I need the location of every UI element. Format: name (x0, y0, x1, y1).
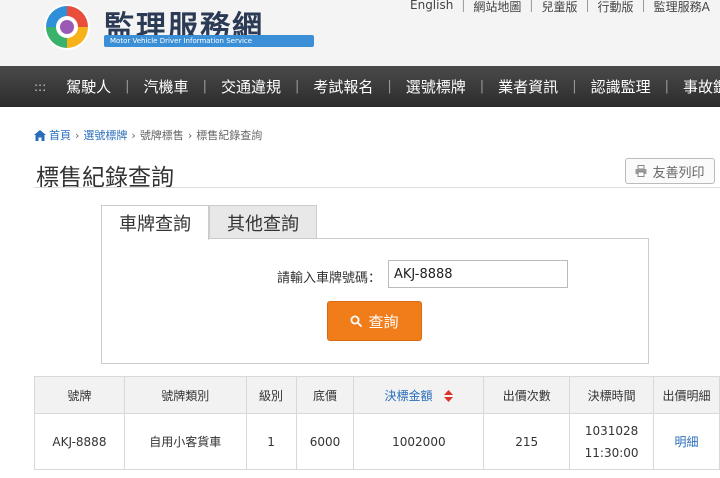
cell-plate: AKJ-8888 (34, 413, 125, 470)
cell-base-price: 6000 (295, 413, 355, 470)
cell-bid-count: 215 (483, 413, 571, 470)
results-table: 號牌 號牌類別 級別 底價 決標金額 出價次數 決標時間 出價明細 AKJ-88… (34, 376, 720, 470)
award-date: 1031028 (584, 423, 639, 438)
top-links: English | 網站地圖 | 兒童版 | 行動版 | 監理服務A (410, 0, 710, 15)
site-header: 監理服務網 Motor Vehicle Driver Information S… (0, 0, 720, 66)
breadcrumb-current: 標售紀錄查詢 (196, 129, 263, 142)
header-plate: 號牌 (34, 376, 125, 414)
cell-detail: 明細 (653, 413, 720, 470)
award-clock: 11:30:00 (584, 445, 639, 460)
nav-item-business[interactable]: 業者資訊 (484, 76, 572, 97)
header-detail: 出價明細 (653, 376, 720, 414)
header-base-price: 底價 (295, 376, 355, 414)
nav-item-vehicle[interactable]: 汽機車 (130, 76, 203, 97)
search-button[interactable]: 查詢 (327, 301, 422, 341)
cell-level: 1 (245, 413, 297, 470)
link-mobile[interactable]: 行動版 (598, 0, 634, 15)
search-icon (350, 315, 363, 327)
link-service-app[interactable]: 監理服務A (654, 0, 710, 15)
title-divider (34, 187, 720, 188)
divider: | (461, 0, 466, 12)
nav-item-violation[interactable]: 交通違規 (207, 76, 295, 97)
nav-item-exam[interactable]: 考試報名 (299, 76, 387, 97)
cell-award-time: 1031028 11:30:00 (569, 413, 655, 470)
plate-input-label: 請輸入車牌號碼： (277, 271, 382, 286)
main-nav: ::: 駕駛人 | 汽機車 | 交通違規 | 考試報名 | 選號標牌 | 業者資… (0, 66, 720, 107)
cell-type: 自用小客貨車 (123, 413, 247, 470)
nav-item-about[interactable]: 認識監理 (577, 76, 665, 97)
print-icon (635, 165, 647, 177)
table-row: AKJ-8888 自用小客貨車 1 6000 1002000 215 10310… (34, 413, 720, 470)
link-english[interactable]: English (410, 0, 453, 15)
tab-other-query[interactable]: 其他查詢 (209, 205, 317, 239)
header-winning-bid[interactable]: 決標金額 (353, 376, 485, 414)
nav-item-driver[interactable]: 駕駛人 (52, 76, 125, 97)
site-logo[interactable]: 監理服務網 Motor Vehicle Driver Information S… (42, 2, 314, 52)
breadcrumb-separator: › (75, 128, 80, 142)
header-bid-count: 出價次數 (483, 376, 571, 414)
print-button[interactable]: 友善列印 (625, 158, 715, 184)
nav-menu-icon: ::: (34, 79, 47, 94)
header-level: 級別 (245, 376, 297, 414)
link-sitemap[interactable]: 網站地圖 (473, 0, 521, 15)
divider: | (641, 0, 646, 12)
cell-winning-bid: 1002000 (353, 413, 485, 470)
header-winning-bid-label: 決標金額 (384, 388, 433, 403)
breadcrumb: 首頁 › 選號標牌 › 號牌標售 › 標售紀錄查詢 (34, 127, 262, 143)
tab-plate-query[interactable]: 車牌查詢 (101, 205, 209, 240)
breadcrumb-separator: › (131, 128, 136, 142)
nav-item-plate[interactable]: 選號標牌 (392, 76, 480, 97)
breadcrumb-separator: › (187, 128, 193, 142)
table-header-row: 號牌 號牌類別 級別 底價 決標金額 出價次數 決標時間 出價明細 (34, 376, 720, 414)
detail-link[interactable]: 明細 (675, 435, 699, 449)
divider: | (585, 0, 590, 12)
breadcrumb-plate-sale[interactable]: 號牌標售 (140, 127, 184, 143)
header-type: 號牌類別 (123, 376, 247, 414)
print-label: 友善列印 (652, 165, 705, 181)
logo-emblem-icon (44, 4, 90, 50)
header-award-time: 決標時間 (569, 376, 655, 414)
link-kids[interactable]: 兒童版 (541, 0, 577, 15)
search-label: 查詢 (368, 312, 399, 331)
plate-number-input[interactable] (388, 260, 568, 288)
sort-icon[interactable] (444, 390, 454, 402)
divider: | (529, 0, 534, 12)
breadcrumb-home[interactable]: 首頁 (49, 127, 71, 143)
search-panel: 請輸入車牌號碼： 查詢 (101, 238, 649, 364)
logo-subtitle: Motor Vehicle Driver Information Service (104, 35, 314, 47)
breadcrumb-plate[interactable]: 選號標牌 (83, 127, 127, 143)
home-icon (34, 129, 46, 141)
nav-item-accident[interactable]: 事故鑑定 (669, 76, 720, 97)
